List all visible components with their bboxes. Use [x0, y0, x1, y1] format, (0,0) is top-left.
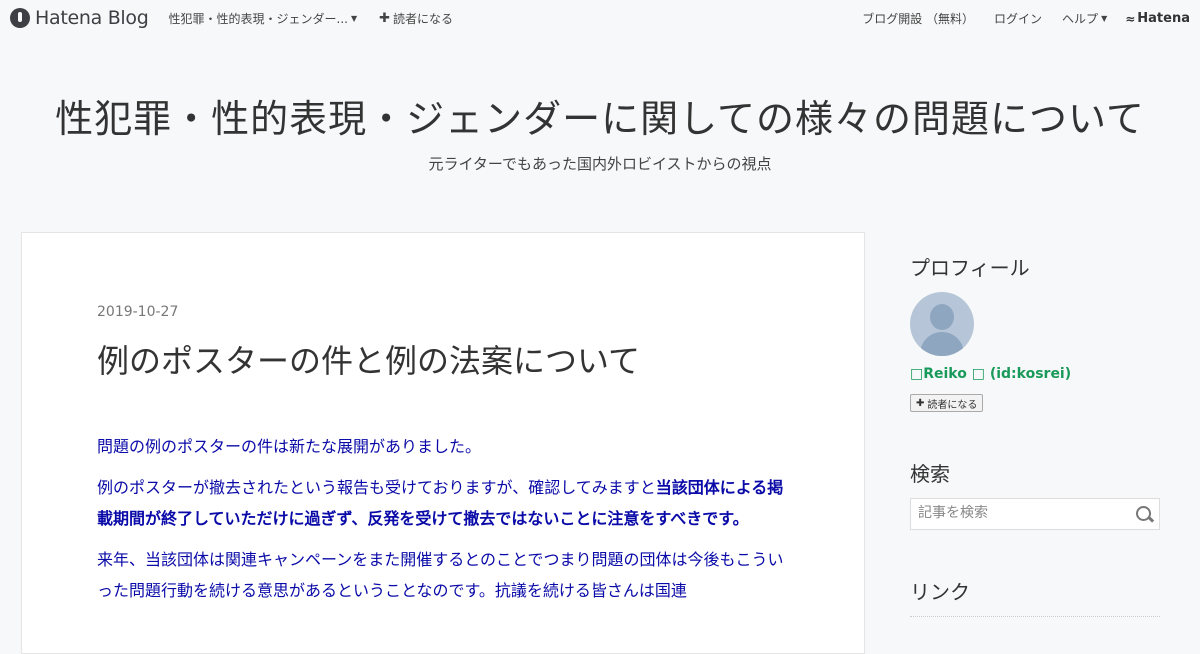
profile-module-title: プロフィール: [910, 256, 1030, 280]
search-module: 検索: [910, 458, 1160, 530]
search-input[interactable]: [911, 499, 1140, 527]
avatar-body: [920, 332, 964, 356]
plus-icon: ✚: [916, 397, 925, 409]
entry-paragraph: 例のポスターが撤去されたという報告も受けておりますが、確認してみますと当該団体に…: [97, 472, 787, 534]
plus-icon: ✚: [379, 10, 391, 26]
entry-title[interactable]: 例のポスターの件と例の法案について: [97, 336, 640, 382]
profile-module: プロフィール □Reiko □ (id:kosrei) ✚ 読者になる: [910, 252, 1160, 412]
header-subscribe-label: 読者になる: [393, 11, 454, 26]
search-icon[interactable]: [1136, 506, 1151, 521]
blog-name-menu[interactable]: 性犯罪・性的表現・ジェンダー... ▼: [169, 10, 358, 27]
login-link[interactable]: ログイン: [994, 10, 1042, 27]
links-module-title: リンク: [910, 580, 970, 604]
hatena-brand-icon: ≈: [1125, 11, 1135, 26]
blog-description: 元ライターでもあった国内外ロビイストからの視点: [428, 155, 772, 173]
blog-title[interactable]: 性犯罪・性的表現・ジェンダーに関しての様々の問題について: [0, 88, 1200, 143]
caret-down-icon: ▼: [1101, 14, 1108, 23]
header-subscribe-button[interactable]: ✚ 読者になる: [379, 10, 453, 27]
entry-paragraph: 来年、当該団体は関連キャンペーンをまた開催するとのことでつまり問題の団体は今後も…: [97, 550, 784, 600]
search-module-title: 検索: [910, 462, 950, 486]
hatena-menu[interactable]: ≈ Hatena: [1125, 11, 1190, 26]
global-header-left: Hatena Blog 性犯罪・性的表現・ジェンダー... ▼ ✚ 読者になる: [10, 7, 453, 29]
entry-text: 例のポスターが撤去されたという報告も受けておりますが、確認してみますと: [97, 478, 656, 497]
global-header-right: ブログ開設 （無料） ログイン ヘルプ ▼ ≈ Hatena: [842, 10, 1190, 27]
global-header: Hatena Blog 性犯罪・性的表現・ジェンダー... ▼ ✚ 読者になる …: [0, 0, 1200, 36]
hatena-blog-logo[interactable]: Hatena Blog: [10, 7, 149, 29]
avatar-head: [930, 304, 954, 330]
search-box: [910, 498, 1160, 530]
profile-name-link[interactable]: □Reiko □ (id:kosrei): [910, 366, 1071, 382]
caret-down-icon: ▼: [350, 13, 358, 23]
links-module: リンク: [910, 576, 1160, 617]
sidebar-subscribe-button[interactable]: ✚ 読者になる: [910, 394, 984, 412]
blog-name-label: 性犯罪・性的表現・ジェンダー...: [168, 11, 348, 26]
entry-date[interactable]: 2019-10-27: [97, 304, 178, 320]
register-blog-link[interactable]: ブログ開設 （無料）: [862, 10, 974, 27]
help-label: ヘルプ: [1062, 12, 1099, 26]
sidebar-subscribe-label: 読者になる: [927, 399, 978, 411]
help-menu[interactable]: ヘルプ ▼: [1062, 10, 1107, 27]
links-divider: [910, 616, 1160, 617]
avatar[interactable]: [910, 292, 974, 356]
logo-text: Hatena Blog: [35, 7, 149, 29]
hatena-brand-label: Hatena: [1137, 11, 1190, 26]
entry-card: 2019-10-27 例のポスターの件と例の法案について 問題の例のポスターの件…: [21, 232, 865, 654]
hatena-logo-icon: [10, 8, 30, 28]
entry-body: 問題の例のポスターの件は新たな展開がありました。 例のポスターが撤去されたという…: [97, 431, 787, 616]
entry-paragraph: 問題の例のポスターの件は新たな展開がありました。: [97, 437, 482, 456]
